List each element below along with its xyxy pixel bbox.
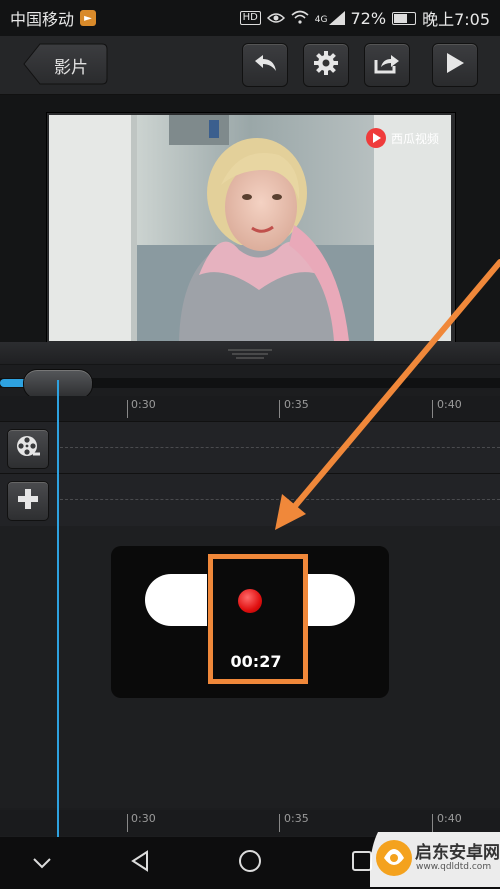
status-bar: 中国移动 ► HD 4G 72% 晚上7:05 [0, 0, 500, 36]
eye-icon [266, 9, 285, 28]
settings-button[interactable] [303, 43, 349, 87]
audio-track [0, 473, 500, 526]
signal-icon: 4G [315, 11, 345, 25]
undo-button[interactable] [242, 43, 288, 87]
play-icon [445, 52, 465, 78]
chevron-down-icon [32, 854, 52, 873]
add-track-button[interactable] [7, 481, 49, 521]
video-logo-text: 西瓜视频 [391, 131, 439, 146]
timeline-ruler: 0:30 0:35 0:40 [0, 396, 500, 422]
ruler-tick [127, 814, 128, 832]
undo-icon [252, 53, 278, 77]
ruler-label: 0:35 [284, 812, 309, 825]
ruler-label: 0:30 [131, 398, 156, 411]
share-icon [374, 52, 400, 78]
empty-track-line [60, 499, 500, 500]
ruler-tick [279, 814, 280, 832]
gear-icon [314, 51, 338, 79]
film-reel-icon [15, 434, 41, 464]
battery-fill [394, 13, 408, 23]
clock: 晚上7:05 [422, 10, 490, 29]
notification-icon: ► [80, 10, 97, 26]
annotation-highlight-box [208, 554, 308, 684]
home-nav-icon [238, 849, 262, 877]
nav-collapse-button[interactable] [26, 849, 58, 877]
hd-badge: HD [239, 11, 261, 25]
back-button[interactable]: 影片 [22, 43, 108, 85]
empty-track-line [60, 447, 500, 448]
ruler-tick [127, 400, 128, 418]
share-button[interactable] [364, 43, 410, 87]
back-button-label: 影片 [54, 58, 88, 78]
media-track [0, 421, 500, 474]
battery-percent: 72% [350, 8, 387, 28]
playhead[interactable] [57, 380, 59, 840]
watermark-name: 启东安卓网 [415, 843, 500, 863]
add-media-button[interactable] [7, 429, 49, 469]
ruler-label: 0:40 [437, 812, 462, 825]
preview-resize-grip[interactable] [228, 349, 272, 359]
ruler-label: 0:40 [437, 398, 462, 411]
site-watermark: 启东安卓网 www.qdldtd.com [370, 832, 500, 887]
ruler-label: 0:30 [131, 812, 156, 825]
battery-icon [392, 11, 417, 25]
ruler-tick [432, 400, 433, 418]
nav-home-button[interactable] [234, 849, 266, 877]
plus-icon [17, 488, 39, 514]
carrier-label: 中国移动 [10, 10, 75, 29]
network-type: 4G [314, 15, 328, 25]
ruler-tick [279, 400, 280, 418]
play-button[interactable] [432, 43, 478, 87]
top-toolbar: 影片 [0, 36, 500, 95]
nav-back-button[interactable] [124, 849, 156, 877]
ruler-label: 0:35 [284, 398, 309, 411]
back-nav-icon [130, 850, 150, 876]
wifi-icon [291, 9, 309, 28]
ruler-tick [432, 814, 433, 832]
watermark-url: www.qdldtd.com [416, 862, 492, 872]
video-preview[interactable]: 西瓜视频 [49, 115, 451, 341]
